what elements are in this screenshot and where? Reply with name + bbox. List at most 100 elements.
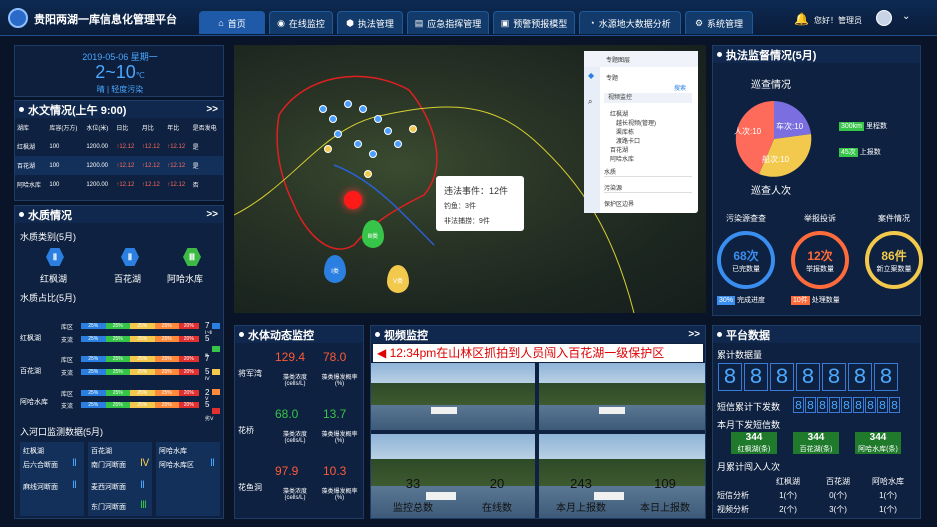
lake-label: 红枫湖	[20, 335, 41, 342]
bell-icon[interactable]: 🔔	[794, 12, 809, 26]
map-marker[interactable]	[359, 105, 367, 113]
water-drop-icon[interactable]: Ⅲ类	[362, 220, 384, 248]
home-icon: ⌂	[218, 18, 224, 28]
quality-bar: 25%	[105, 356, 130, 362]
quality-bar: 25%	[154, 369, 179, 375]
quality-bar: 25%	[154, 390, 179, 396]
algae-value: 97.9	[275, 464, 299, 478]
temperature: 2~10	[95, 62, 136, 82]
sms-counter: 888888888	[793, 397, 900, 413]
quality-bar: 25%	[154, 336, 179, 342]
table-row[interactable]: 阿哈水库 100 1200.00 ↑12.12 ↑12.12 ↑12.12 否	[15, 175, 223, 194]
quality-more-link[interactable]: >>	[206, 209, 218, 220]
tab-home[interactable]: ⌂ 首页	[199, 11, 265, 34]
quality-bar: 20%	[179, 356, 199, 362]
map-marker[interactable]	[394, 140, 402, 148]
video-more-link[interactable]: >>	[688, 329, 700, 340]
video-feed[interactable]	[371, 363, 535, 430]
grade-badge: Ⅲ	[183, 248, 201, 266]
bloom-value: 13.7	[323, 407, 347, 421]
user-greeting: 您好！管理员	[814, 16, 862, 25]
shield-icon: ⬢	[346, 17, 354, 28]
gear-icon: ⚙	[694, 17, 704, 28]
top-bar: 贵阳两湖一库信息化管理平台 ⌂ 首页 ◉ 在线监控 ⬢ 执法管理 ▤ 应急指挥管理 ▣ 预…	[0, 0, 937, 36]
map-marker[interactable]	[384, 127, 392, 135]
tab-bigdata[interactable]: ◔ 水源地大数据分析	[579, 11, 681, 34]
quality-bar: 25%	[105, 402, 130, 408]
stat-ring: 86件 新立案数量	[865, 231, 923, 289]
chevron-down-icon[interactable]: ⌄	[902, 11, 910, 22]
map-marker[interactable]	[319, 105, 327, 113]
inflow-grid: 红枫湖 百花湖 阿哈水库 后六合断面 Ⅱ 南门河断面 Ⅳ 阿哈水库区 Ⅱ 麻线河…	[20, 442, 220, 516]
weather-desc: 晴 | 轻度污染	[96, 85, 144, 94]
map-marker[interactable]	[354, 140, 362, 148]
quality-bar: 25%	[154, 356, 179, 362]
sms-count-badge: 344 阿哈水库(条)	[855, 432, 901, 454]
legend-swatch	[212, 323, 220, 329]
legend-swatch	[212, 389, 220, 395]
tab-system[interactable]: ⚙ 系统管理	[685, 11, 753, 34]
quality-bar: 25%	[81, 336, 106, 342]
dynamic-panel: 水体动态监控 将军湾 129.4 78.0 藻类浓度 (cells/L) 藻类爆发…	[234, 325, 364, 519]
algae-value: 129.4	[275, 350, 306, 364]
bloom-value: 10.3	[323, 464, 347, 478]
map-marker[interactable]	[324, 145, 332, 153]
document-icon: ▤	[414, 17, 424, 28]
avatar[interactable]	[876, 10, 892, 26]
video-stat-label: 监控总数	[393, 503, 433, 514]
map-view[interactable]: Ⅲ类 Ⅰ类 Ⅴ类 违法事件：12件 钓鱼：3件 非法捕捞：9件 专题图层 ◆ ⌕…	[234, 45, 706, 313]
hydro-panel: 水文情况(上午 9:00) >> 湖库 库容(万方) 水位(米) 日比 月比 年比 是否发电 …	[14, 100, 224, 201]
quality-bar: 25%	[81, 390, 106, 396]
video-stat-label: 在线数	[482, 503, 512, 514]
layers-icon[interactable]: ◆	[588, 71, 594, 80]
video-stat-label: 本月上报数	[556, 503, 606, 514]
violation-popup: 违法事件：12件 钓鱼：3件 非法捕捞：9件	[436, 176, 524, 231]
legend-swatch	[212, 408, 220, 414]
tab-law-enforcement[interactable]: ⬢ 执法管理	[337, 11, 403, 34]
quality-bar: 20%	[179, 323, 199, 329]
quality-bar: 25%	[105, 369, 130, 375]
tab-emergency[interactable]: ▤ 应急指挥管理	[407, 11, 489, 34]
alert-marker[interactable]	[344, 191, 362, 209]
video-stat-value: 243	[570, 476, 592, 491]
sms-count-badge: 344 红枫湖(条)	[731, 432, 777, 454]
weather-panel: 2019-05-06 星期一 2~10℃ 晴 | 轻度污染	[14, 45, 224, 97]
grade-badge: Ⅱ	[121, 248, 139, 266]
table-row[interactable]: 百花湖 100 1200.00 ↑12.12 ↑12.12 ↑12.12 是	[15, 156, 223, 175]
sms-count-badge: 344 百花湖(条)	[793, 432, 839, 454]
map-marker[interactable]	[374, 115, 382, 123]
lake-label: 百花湖	[20, 368, 41, 375]
map-marker[interactable]	[409, 125, 417, 133]
video-panel: 视频监控 >> ◀ 12:34pm在山林区抓拍到人员闯入百花湖一级保护区 33 监控…	[370, 325, 706, 519]
map-marker[interactable]	[334, 130, 342, 138]
quality-bar: 25%	[130, 390, 155, 396]
map-marker[interactable]	[369, 150, 377, 158]
quality-title: 水质情况	[28, 209, 72, 222]
alert-ticker: ◀ 12:34pm在山林区抓拍到人员闯入百花湖一级保护区	[373, 344, 703, 362]
algae-value: 68.0	[275, 407, 299, 421]
quality-bar: 25%	[130, 402, 155, 408]
video-feed[interactable]	[539, 363, 705, 430]
map-marker[interactable]	[344, 100, 352, 108]
count-label: 5	[205, 367, 210, 376]
hydro-more-link[interactable]: >>	[206, 104, 218, 115]
bloom-value: 78.0	[323, 350, 347, 364]
map-marker[interactable]	[364, 170, 372, 178]
table-row[interactable]: 红枫湖 100 1200.00 ↑12.12 ↑12.12 ↑12.12 是	[15, 137, 223, 156]
search-icon[interactable]: ⌕	[588, 97, 592, 107]
quality-bar: 20%	[179, 390, 199, 396]
quality-bar: 25%	[130, 323, 155, 329]
quality-bar: 25%	[130, 369, 155, 375]
water-drop-icon[interactable]: Ⅴ类	[387, 265, 409, 293]
quality-bar: 25%	[105, 390, 130, 396]
quality-bar: 25%	[154, 402, 179, 408]
tab-online-monitor[interactable]: ◉ 在线监控	[269, 11, 333, 34]
hydro-title: 水文情况(上午 9:00) >>	[15, 101, 223, 118]
quality-bar: 25%	[154, 323, 179, 329]
water-drop-icon[interactable]: Ⅰ类	[324, 255, 346, 283]
map-marker[interactable]	[329, 115, 337, 123]
hydro-table: 湖库 库容(万方) 水位(米) 日比 月比 年比 是否发电 红枫湖 100 1200.00 ↑12…	[15, 118, 223, 194]
tab-warning-model[interactable]: ▣ 预警预报模型	[493, 11, 575, 34]
intrude-count: 1(个)	[779, 491, 797, 500]
lake-label: 阿哈水库	[20, 399, 48, 406]
